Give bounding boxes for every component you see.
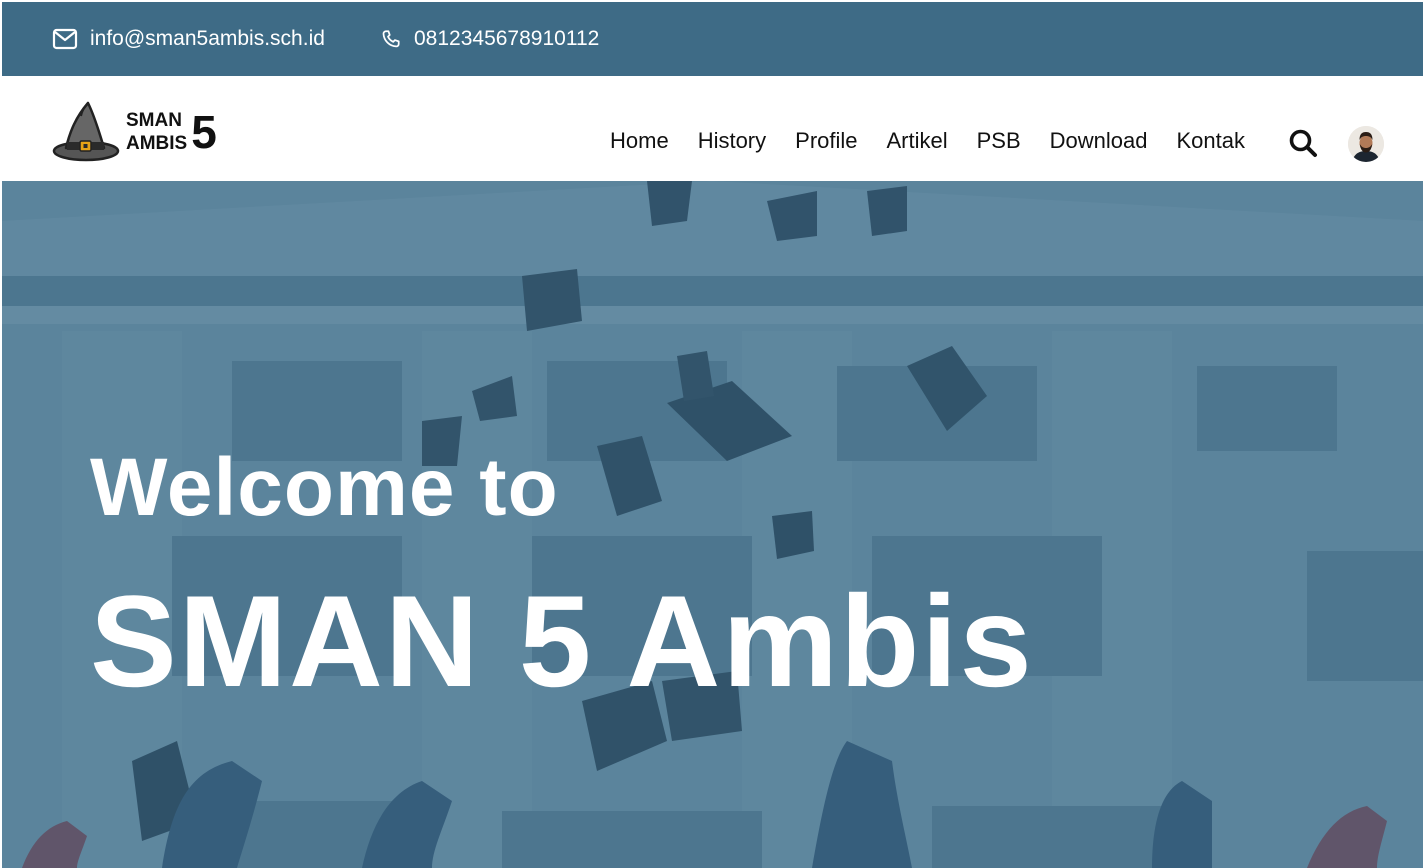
contact-phone-text: 0812345678910112	[414, 27, 600, 50]
mail-icon	[52, 28, 78, 50]
brand-logo[interactable]: SMAN AMBIS 5	[52, 101, 217, 163]
nav-item-profile[interactable]: Profile	[795, 128, 857, 154]
contact-bar: info@sman5ambis.sch.id 0812345678910112	[2, 2, 1423, 76]
nav-menu: Home History Profile Artikel PSB Downloa…	[610, 128, 1245, 154]
phone-icon	[382, 30, 400, 48]
page: info@sman5ambis.sch.id 0812345678910112 …	[2, 2, 1423, 868]
brand-line1: SMAN	[126, 110, 182, 131]
search-button[interactable]	[1288, 128, 1318, 158]
nav-item-download[interactable]: Download	[1050, 128, 1148, 154]
avatar-icon	[1348, 126, 1384, 162]
contact-email[interactable]: info@sman5ambis.sch.id	[52, 2, 325, 76]
nav-item-history[interactable]: History	[698, 128, 766, 154]
hero-school-name: SMAN 5 Ambis	[90, 568, 1034, 714]
contact-phone[interactable]: 0812345678910112	[380, 2, 599, 76]
nav-item-artikel[interactable]: Artikel	[887, 128, 948, 154]
main-navbar: SMAN AMBIS 5 Home History Profile Artike…	[2, 76, 1423, 181]
brand-name: SMAN AMBIS	[126, 109, 187, 155]
wizard-hat-icon	[52, 101, 120, 162]
nav-item-psb[interactable]: PSB	[977, 128, 1021, 154]
hero-banner: Welcome to SMAN 5 Ambis	[2, 181, 1423, 868]
brand-number: 5	[191, 106, 217, 158]
search-icon	[1289, 129, 1317, 157]
nav-item-kontak[interactable]: Kontak	[1177, 128, 1246, 154]
user-avatar[interactable]	[1348, 126, 1384, 162]
brand-line2: AMBIS	[126, 133, 188, 154]
hero-welcome-text: Welcome to	[90, 442, 559, 533]
contact-email-text: info@sman5ambis.sch.id	[90, 27, 325, 50]
nav-item-home[interactable]: Home	[610, 128, 669, 154]
